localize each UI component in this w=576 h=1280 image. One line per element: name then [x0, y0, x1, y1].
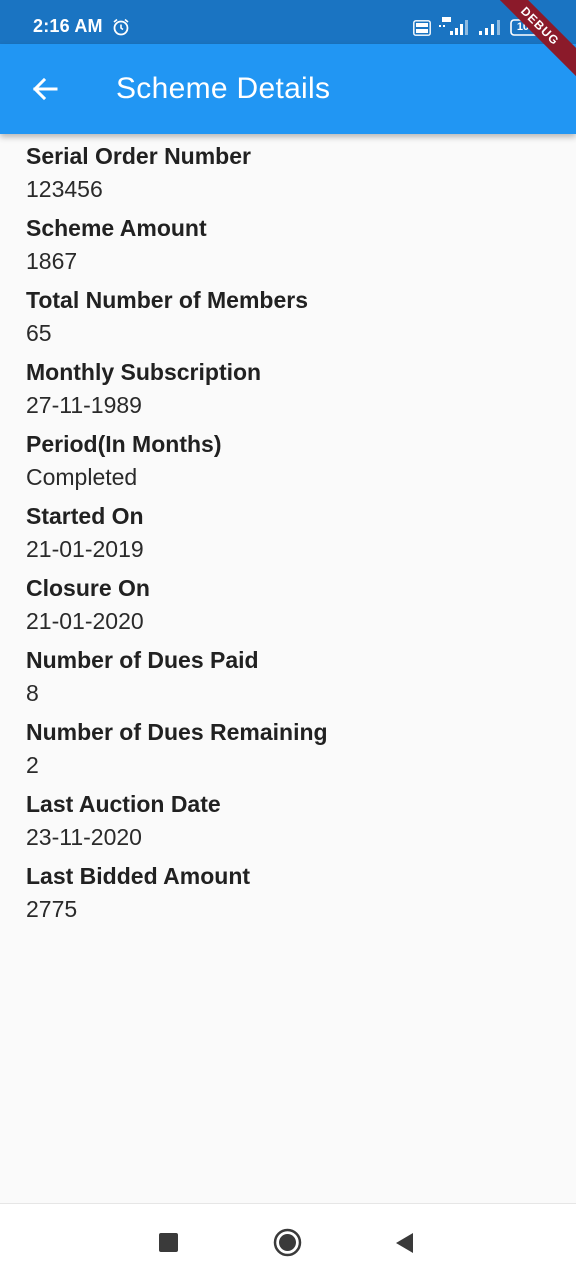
- detail-label: Started On: [26, 503, 144, 529]
- scheme-details-screen: 2:16 AM 100: [0, 0, 576, 1280]
- page-title: Scheme Details: [116, 72, 331, 105]
- detail-value: 23-11-2020: [26, 824, 142, 850]
- detail-label: Serial Order Number: [26, 143, 251, 169]
- detail-value: 8: [26, 680, 39, 706]
- alarm-icon: [113, 18, 129, 36]
- detail-row-total-members: Total Number of Members 65: [26, 284, 556, 356]
- detail-row-dues-paid: Number of Dues Paid 8: [26, 644, 556, 716]
- detail-label: Scheme Amount: [26, 215, 207, 241]
- detail-value: 2775: [26, 896, 78, 922]
- detail-value: 2: [26, 752, 39, 778]
- signal-4g-icon: [439, 17, 468, 35]
- detail-value: 21-01-2019: [26, 536, 144, 562]
- detail-label: Number of Dues Remaining: [26, 719, 328, 745]
- recents-square-icon[interactable]: [159, 1233, 178, 1252]
- detail-row-closure-on: Closure On 21-01-2020: [26, 572, 556, 644]
- detail-value: Completed: [26, 464, 138, 490]
- detail-label: Last Bidded Amount: [26, 863, 251, 889]
- detail-label: Total Number of Members: [26, 287, 308, 313]
- volte-icon: [413, 20, 431, 36]
- system-nav-bar: [0, 1203, 576, 1280]
- detail-value: 123456: [26, 176, 103, 202]
- detail-label: Closure On: [26, 575, 150, 601]
- detail-label: Last Auction Date: [26, 791, 221, 817]
- arrow-back-icon: [32, 77, 58, 101]
- detail-row-serial-order-number: Serial Order Number 123456: [26, 140, 556, 212]
- back-triangle-icon[interactable]: [394, 1232, 415, 1254]
- detail-label: Number of Dues Paid: [26, 647, 259, 673]
- details-list: Serial Order Number 123456 Scheme Amount…: [26, 140, 556, 932]
- home-circle-icon[interactable]: [273, 1228, 302, 1257]
- status-time: 2:16 AM: [33, 16, 103, 36]
- detail-value: 21-01-2020: [26, 608, 144, 634]
- detail-value: 65: [26, 320, 52, 346]
- app-bar: Scheme Details: [0, 44, 576, 134]
- detail-value: 27-11-1989: [26, 392, 142, 418]
- detail-value: 1867: [26, 248, 78, 274]
- detail-row-scheme-amount: Scheme Amount 1867: [26, 212, 556, 284]
- detail-row-last-auction-date: Last Auction Date 23-11-2020: [26, 788, 556, 860]
- detail-row-last-bidded-amount: Last Bidded Amount 2775: [26, 860, 556, 932]
- detail-row-dues-remaining: Number of Dues Remaining 2: [26, 716, 556, 788]
- back-button[interactable]: [18, 66, 72, 112]
- detail-label: Monthly Subscription: [26, 359, 262, 385]
- status-bar: 2:16 AM 100: [0, 0, 576, 44]
- signal-icon: [479, 20, 500, 35]
- detail-row-started-on: Started On 21-01-2019: [26, 500, 556, 572]
- detail-row-period: Period(In Months) Completed: [26, 428, 556, 500]
- detail-label: Period(In Months): [26, 431, 222, 457]
- detail-row-monthly-subscription: Monthly Subscription 27-11-1989: [26, 356, 556, 428]
